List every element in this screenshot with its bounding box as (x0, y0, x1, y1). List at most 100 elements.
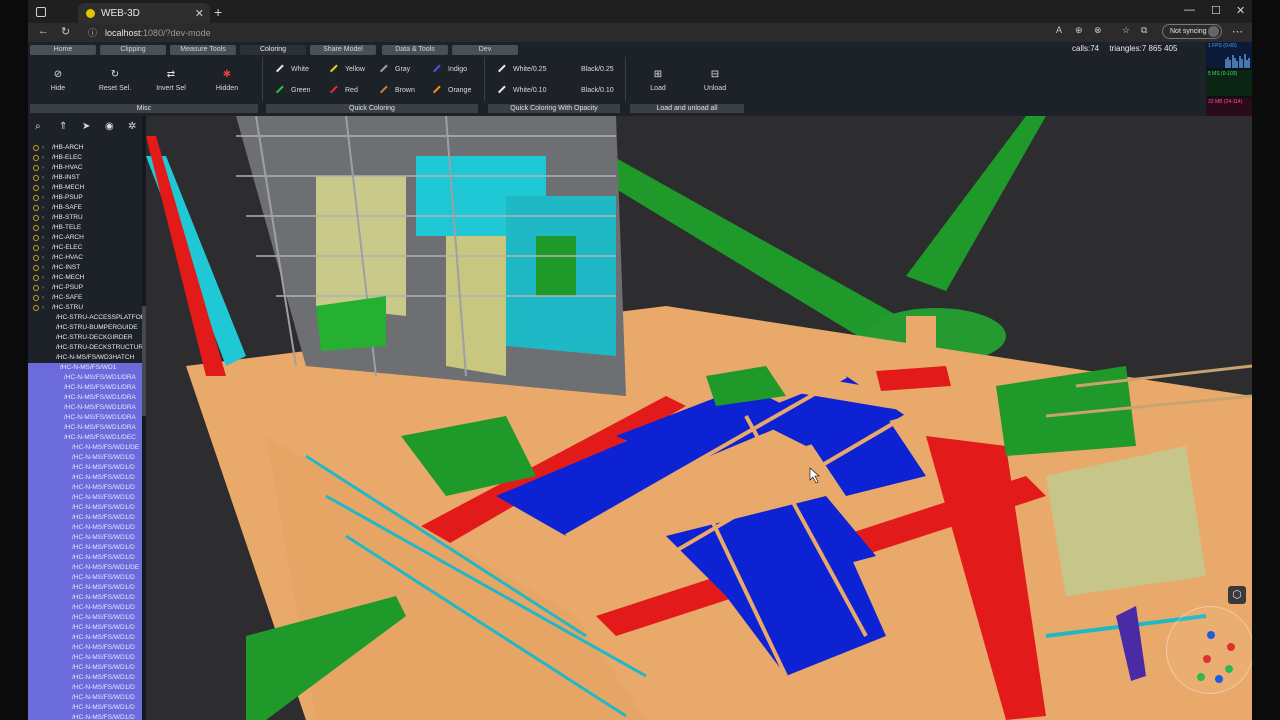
tree-item[interactable]: /HC-N-MS/FS/WD1/DE (28, 443, 146, 453)
tab-home[interactable]: Home (30, 45, 96, 55)
visibility-dot-icon[interactable] (33, 305, 39, 311)
tab-clipping[interactable]: Clipping (100, 45, 166, 55)
tree-item[interactable]: /HC-N-MS/FS/WD1/D (28, 503, 146, 513)
tree-item[interactable]: › /HB-TELE (28, 223, 146, 233)
tree-item[interactable]: /HC-N-MS/FS/WD1/D (28, 643, 146, 653)
color-yellow-button[interactable]: Yellow (330, 66, 365, 73)
visibility-dot-icon[interactable] (33, 195, 39, 201)
expand-arrow-icon[interactable]: › (42, 143, 44, 153)
tab-actions-icon[interactable] (36, 7, 46, 17)
color-green-button[interactable]: Green (276, 87, 310, 94)
expand-arrow-icon[interactable]: › (42, 303, 44, 313)
info-icon[interactable]: ⓘ (88, 26, 97, 39)
favorites-icon[interactable]: ☆ (1122, 25, 1130, 36)
visibility-dot-icon[interactable] (33, 235, 39, 241)
more-menu-icon[interactable]: ⋯ (1232, 25, 1243, 38)
reset-selection-button[interactable]: ↻ Reset Sel. (96, 69, 134, 92)
expand-arrow-icon[interactable]: › (42, 203, 44, 213)
tree-item[interactable]: /HC-N-MS/FS/WD1/D (28, 483, 146, 493)
tree-item[interactable]: /HC-N-MS/FS/WD1/DRA (28, 383, 146, 393)
tree-item[interactable]: › /HC-PSUP (28, 283, 146, 293)
minimize-icon[interactable]: — (1184, 4, 1195, 16)
expand-arrow-icon[interactable]: › (42, 213, 44, 223)
expand-arrow-icon[interactable]: › (42, 163, 44, 173)
tree-item[interactable]: /HC-N-MS/FS/WD1/D (28, 673, 146, 683)
maximize-icon[interactable]: ☐ (1211, 4, 1221, 17)
tree-item[interactable]: /HC-N-MS/FS/WD1/D (28, 523, 146, 533)
close-window-icon[interactable]: ✕ (1236, 4, 1245, 17)
visibility-dot-icon[interactable] (33, 295, 39, 301)
visibility-dot-icon[interactable] (33, 245, 39, 251)
tree-item[interactable]: /HC-N-MS/FS/WD1/D (28, 623, 146, 633)
tree-item[interactable]: › /HC-ELEC (28, 243, 146, 253)
tab-coloring[interactable]: Coloring (240, 45, 306, 55)
visibility-dot-icon[interactable] (33, 175, 39, 181)
close-tab-icon[interactable]: ✕ (195, 7, 204, 20)
visibility-dot-icon[interactable] (33, 155, 39, 161)
tree-item[interactable]: › /HB-STRU (28, 213, 146, 223)
color-white-010-button[interactable]: White/0.10 (498, 87, 546, 94)
zoom-icon[interactable]: ⊕ (1075, 25, 1083, 36)
tree-item[interactable]: › /HC-HVAC (28, 253, 146, 263)
3d-viewport[interactable]: ⬡ (146, 115, 1252, 720)
tree-item[interactable]: › /HC-STRU (28, 303, 146, 313)
tree-item[interactable]: /HC-N-MS/FS/WD1/D (28, 543, 146, 553)
color-gray-button[interactable]: Gray (380, 66, 410, 73)
tree-item[interactable]: /HC-N-MS/FS/WD1/D (28, 463, 146, 473)
tree-item[interactable]: /HC-N-MS/FS/WD1 (28, 363, 146, 373)
tree-item[interactable]: /HC-N-MS/FS/WD1/DRA (28, 423, 146, 433)
locate-icon[interactable]: ➤ (82, 121, 90, 132)
color-black-025-button[interactable]: Black/0.25 (566, 66, 614, 73)
tree-item[interactable]: /HC-N-MS/FS/WD1/D (28, 633, 146, 643)
back-icon[interactable]: ← (38, 25, 49, 37)
viewcube-icon[interactable]: ⬡ (1228, 586, 1246, 604)
tree-item[interactable]: /HC-N-MS/FS/WD1/D (28, 663, 146, 673)
load-button[interactable]: ⊞ Load (646, 69, 670, 92)
expand-arrow-icon[interactable]: › (42, 153, 44, 163)
tree-item[interactable]: › /HC-SAFE (28, 293, 146, 303)
tree-item[interactable]: /HC-N-MS/FS/WD1/D (28, 593, 146, 603)
tree-item[interactable]: /HC-N-MS/FS/WD1/D (28, 603, 146, 613)
collapse-icon[interactable]: ⇑ (59, 121, 67, 132)
new-tab-icon[interactable]: + (214, 4, 222, 20)
expand-arrow-icon[interactable]: › (42, 233, 44, 243)
visibility-dot-icon[interactable] (33, 275, 39, 281)
tree-item[interactable]: /HC-N-MS/FS/WD1/D (28, 713, 146, 720)
read-aloud-icon[interactable]: A (1056, 25, 1062, 35)
visibility-dot-icon[interactable] (33, 255, 39, 261)
visibility-dot-icon[interactable] (33, 145, 39, 151)
tree-item[interactable]: /HC-N-MS/FS/WD1/DE (28, 563, 146, 573)
tree-item[interactable]: /HC-N-MS/FS/WD1/DRA (28, 373, 146, 383)
expand-arrow-icon[interactable]: › (42, 193, 44, 203)
expand-arrow-icon[interactable]: › (42, 223, 44, 233)
expand-arrow-icon[interactable]: › (42, 253, 44, 263)
expand-arrow-icon[interactable]: › (42, 283, 44, 293)
tree-item[interactable]: /HC-N-MS/FS/WD1/D (28, 453, 146, 463)
tree-item[interactable]: /HC-N-MS/FS/WD1/DRA (28, 393, 146, 403)
tree-item[interactable]: /HC-N-MS/FS/WD1/D (28, 493, 146, 503)
tree-item[interactable]: /HC-STRU-DECKSTRUCTUR (28, 343, 146, 353)
tree-item[interactable]: /HC-N-MS/FS/WD1/D (28, 473, 146, 483)
expand-arrow-icon[interactable]: › (42, 183, 44, 193)
search-icon[interactable]: ⌕ (35, 121, 41, 132)
expand-arrow-icon[interactable]: › (42, 173, 44, 183)
expand-arrow-icon[interactable]: › (42, 243, 44, 253)
invert-selection-button[interactable]: ⇄ Invert Sel (152, 69, 190, 92)
tree-item[interactable]: /HC-N-MS/FS/WD1/D (28, 703, 146, 713)
tab-measure-tools[interactable]: Measure Tools (170, 45, 236, 55)
address-bar[interactable]: ⓘ localhost:1080/?dev-mode (88, 25, 1068, 40)
tree-item[interactable]: › /HB-MECH (28, 183, 146, 193)
tracking-icon[interactable]: ⊗ (1094, 25, 1102, 36)
tree-item[interactable]: › /HC-MECH (28, 273, 146, 283)
visibility-dot-icon[interactable] (33, 215, 39, 221)
tree-item[interactable]: /HC-N-MS/FS/WD1/D (28, 693, 146, 703)
color-black-010-button[interactable]: Black/0.10 (566, 87, 614, 94)
color-red-button[interactable]: Red (330, 87, 358, 94)
expand-arrow-icon[interactable]: › (42, 293, 44, 303)
tree-item[interactable]: /HC-STRU-DECKGIRDER (28, 333, 146, 343)
tree-item[interactable]: /HC-N-MS/FS/WD1/DRA (28, 413, 146, 423)
expand-arrow-icon[interactable]: › (42, 263, 44, 273)
navigation-gizmo[interactable] (1166, 606, 1252, 694)
settings-icon[interactable]: ✲ (128, 121, 136, 132)
tree-item[interactable]: /HC-N-MS/FS/WD1/DEC (28, 433, 146, 443)
